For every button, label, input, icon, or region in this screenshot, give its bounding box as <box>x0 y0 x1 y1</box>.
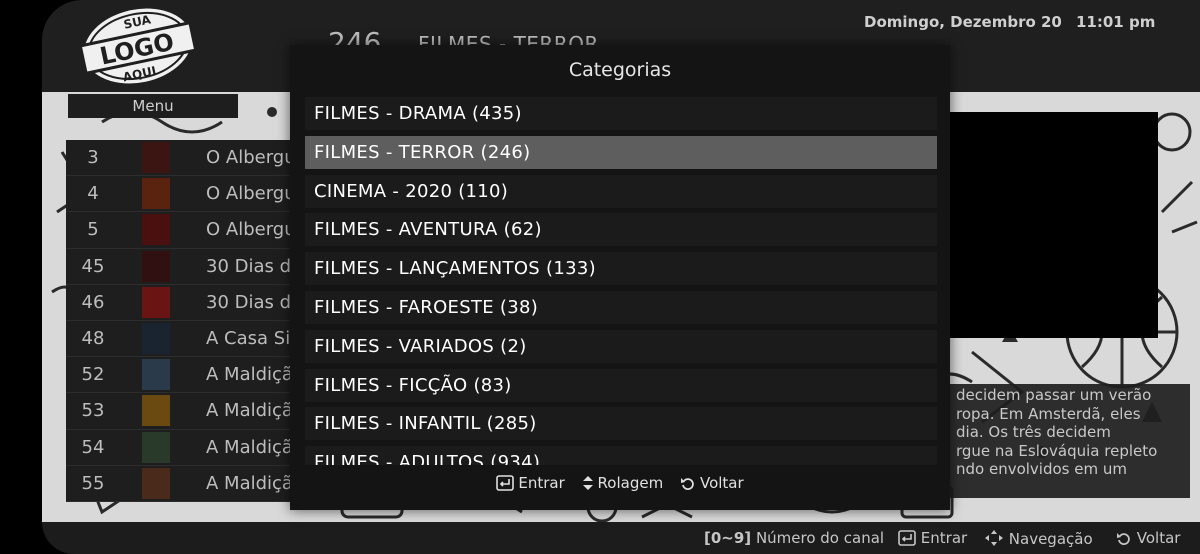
date: Domingo, Dezembro 20 <box>864 13 1062 31</box>
channel-row-title: 30 Dias de <box>206 255 303 277</box>
dialog-enter-label: Entrar <box>518 474 565 492</box>
category-list[interactable]: FILMES - DRAMA (435) FILMES - TERROR (246… <box>305 97 937 465</box>
synopsis: decidem passar um verão ropa. Em Amsterdã… <box>950 384 1190 498</box>
dialog-back-label: Voltar <box>699 474 744 492</box>
enter-icon <box>496 475 515 491</box>
categories-dialog: Categorias FILMES - DRAMA (435) FILMES - … <box>290 45 950 510</box>
tv-screen: SUA LOGO AQUI 246 FILMES - TERROR Doming… <box>0 0 1200 554</box>
back-hint: Voltar <box>1116 529 1180 547</box>
dialog-title: Categorias <box>568 59 672 81</box>
channel-row-number: 54 <box>81 436 105 458</box>
channel-thumbnail <box>142 178 170 210</box>
channel-row[interactable]: 45 30 Dias de <box>66 248 302 285</box>
back-label: Voltar <box>1136 529 1181 547</box>
channel-row-number: 48 <box>81 327 105 349</box>
channel-row[interactable]: 3O Albergue <box>66 140 307 177</box>
channel-thumbnail <box>142 322 170 354</box>
channel-thumbnail <box>142 395 170 427</box>
dialog-enter-hint: Entrar <box>496 474 565 492</box>
synopsis-line: decidem passar um verão <box>956 386 1152 404</box>
channel-row[interactable]: 4O Albergue <box>66 176 307 213</box>
category-item[interactable]: FILMES - ADULTOS (934) <box>305 446 937 465</box>
channel-number-hint: [0~9] Número do canal <box>704 529 884 547</box>
navigation-label: Navegação <box>1008 530 1093 548</box>
channel-thumbnail <box>142 214 170 246</box>
category-item[interactable]: FILMES - FICÇÃO (83) <box>305 368 937 402</box>
category-item[interactable]: FILMES - TERROR (246) <box>305 135 937 169</box>
channel-row[interactable]: 55 A Maldição <box>66 465 304 502</box>
undo-arrow-icon <box>1117 533 1130 545</box>
navigation-hint: Navegação <box>984 529 1093 548</box>
dpad-icon <box>985 530 1003 546</box>
channel-thumbnail <box>142 142 170 173</box>
synopsis-line: rgue na Eslováquia repleto <box>956 441 1158 460</box>
dialog-hints: Entrar Rolagem Voltar <box>290 474 950 496</box>
channel-row-number: 45 <box>81 255 105 277</box>
logo: SUA LOGO AQUI <box>68 4 208 88</box>
channel-thumbnail <box>142 359 170 391</box>
channel-thumbnail <box>142 431 170 463</box>
clock: 11:01 pm <box>1076 13 1156 31</box>
channel-row-title: 30 Dias de <box>206 291 303 313</box>
video-preview <box>948 112 1158 338</box>
channel-thumbnail <box>142 286 170 318</box>
channel-row[interactable]: 53 A Maldição <box>66 393 304 430</box>
channel-row-number: 3 <box>87 147 99 168</box>
up-down-arrows-icon <box>582 476 593 490</box>
channel-row-number: 5 <box>87 219 99 241</box>
category-item[interactable]: FILMES - AVENTURA (62) <box>305 213 937 247</box>
channel-row[interactable]: 52 A Maldição <box>66 357 304 394</box>
undo-arrow-icon <box>680 478 694 490</box>
category-item[interactable]: FILMES - LANÇAMENTOS (133) <box>305 252 937 286</box>
dialog-scroll-hint: Rolagem <box>582 474 664 492</box>
channel-row-title: A Casa Si <box>206 327 291 349</box>
channel-row[interactable]: 5O Albergue <box>66 212 307 249</box>
channel-row[interactable]: 54 A Maldição <box>66 429 304 466</box>
channel-row-number: 52 <box>81 364 105 386</box>
channel-list: 3O Albergue 4 O Albergue 5 O Albergue 45 30 Di… <box>66 140 307 502</box>
synopsis-line: dia. Os três decidem <box>956 423 1111 441</box>
channel-row-number: 55 <box>81 472 105 494</box>
category-item[interactable]: CINEMA - 2020 (110) <box>305 174 937 208</box>
channel-row-number: 4 <box>87 183 99 205</box>
channel-row-number: 53 <box>81 400 105 422</box>
dialog-scroll-label: Rolagem <box>597 474 664 492</box>
channel-thumbnail <box>142 250 170 282</box>
channel-row-number: 46 <box>81 291 105 313</box>
category-item[interactable]: FILMES - DRAMA (435) <box>305 97 937 130</box>
enter-icon <box>898 530 916 546</box>
category-item[interactable]: FILMES - VARIADOS (2) <box>305 329 937 363</box>
category-item[interactable]: FILMES - INFANTIL (285) <box>305 407 937 441</box>
synopsis-line: ropa. Em Amsterdã, eles <box>956 404 1141 423</box>
synopsis-line: ndo envolvidos em um <box>956 460 1127 478</box>
menu-tab[interactable]: Menu <box>68 94 238 118</box>
enter-label: Entrar <box>920 529 968 547</box>
enter-hint: Entrar <box>898 529 967 547</box>
channel-thumbnail <box>142 467 170 499</box>
channel-number-label: Número do canal <box>755 529 885 547</box>
channel-key: [0~9] <box>704 529 752 547</box>
category-item[interactable]: FILMES - FAROESTE (38) <box>305 290 937 324</box>
channel-row[interactable]: 46 30 Dias de <box>66 284 302 321</box>
channel-row[interactable]: 48 A Casa Si <box>66 320 296 358</box>
dialog-back-hint: Voltar <box>680 474 744 492</box>
